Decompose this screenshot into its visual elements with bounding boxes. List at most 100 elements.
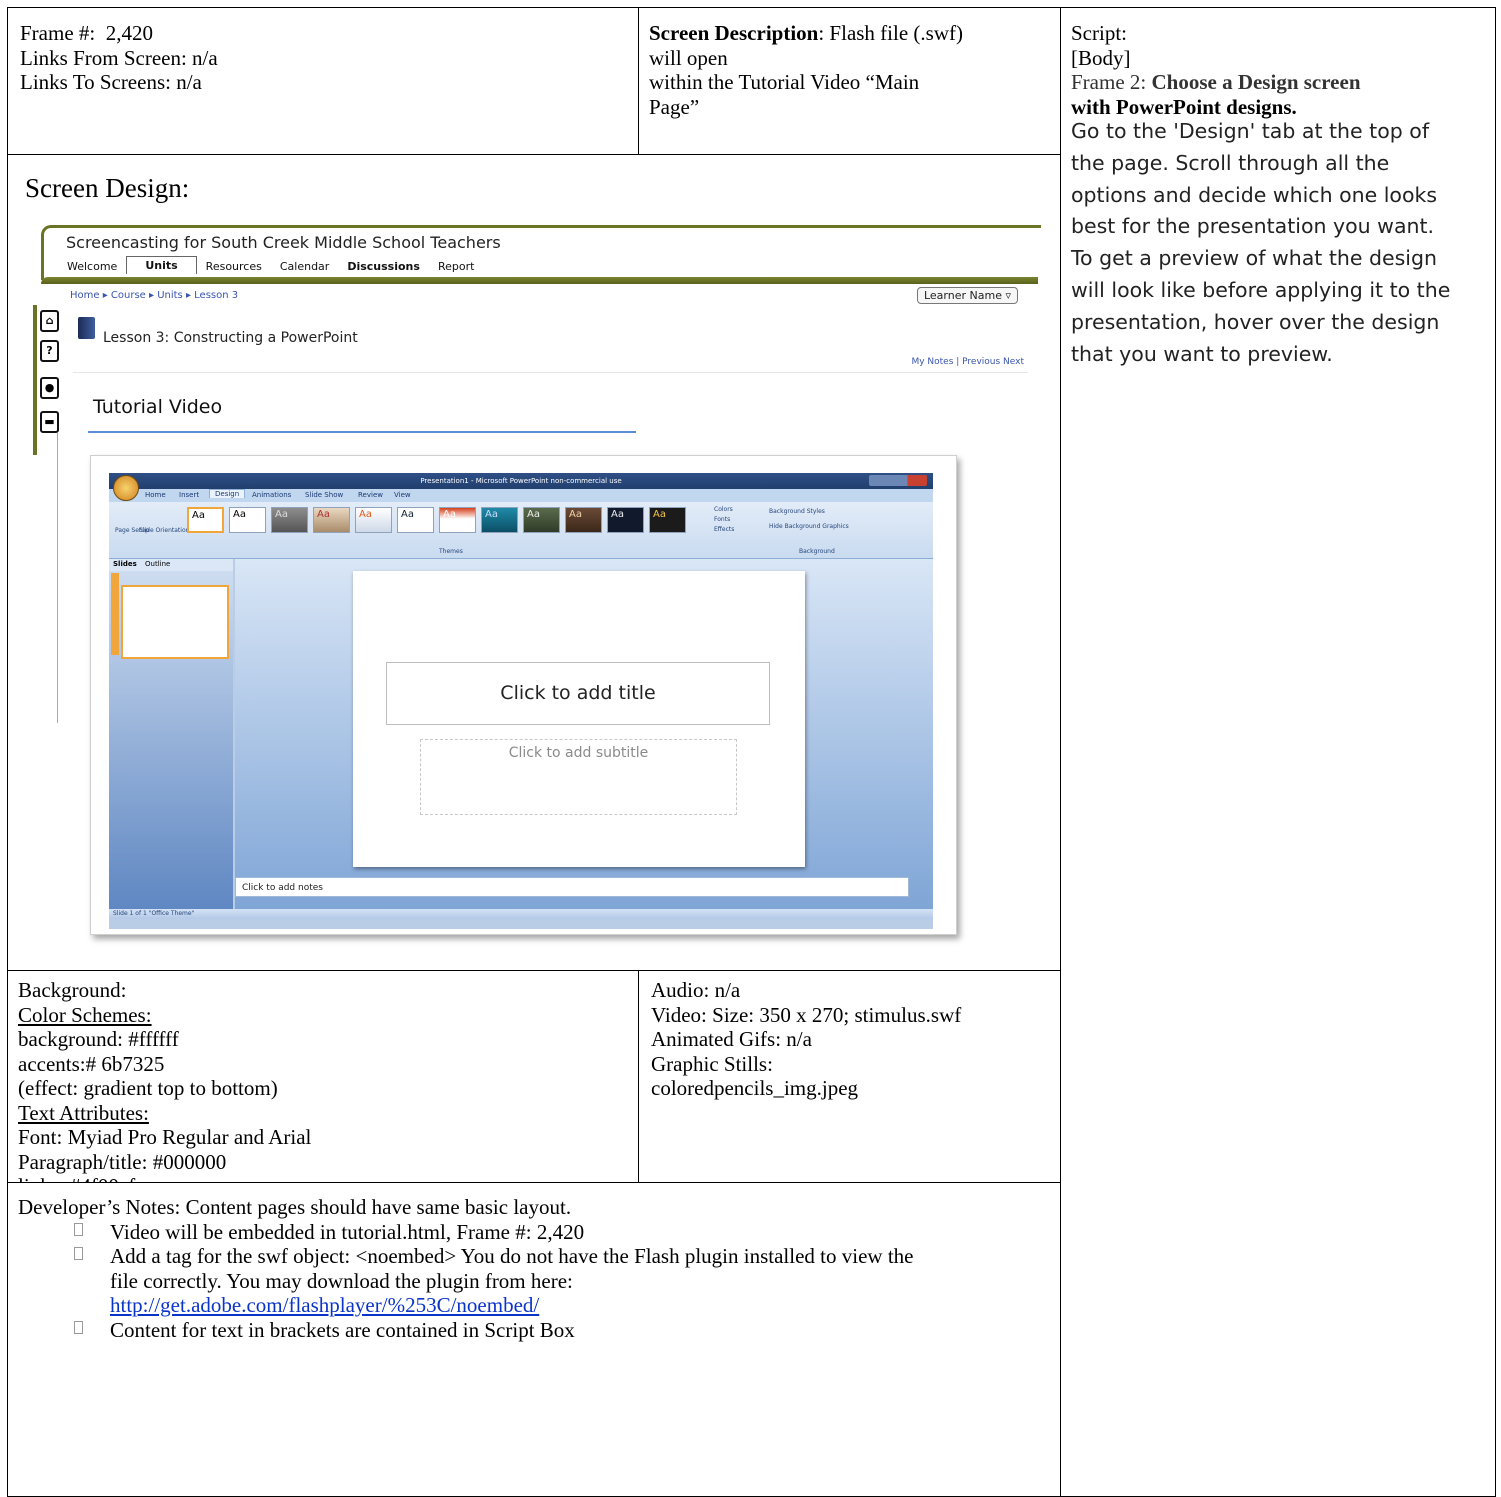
ppt-tab-home: Home (145, 491, 166, 499)
lms-tab-report[interactable]: Report (429, 258, 483, 276)
lms-tab-discussions[interactable]: Discussions (338, 258, 429, 276)
frame-number: Frame #: 2,420 (20, 21, 153, 45)
ppt-tab-view: View (394, 491, 411, 499)
learner-name-dropdown[interactable]: Learner Name ▿ (916, 287, 1018, 304)
theme-thumb: Aa (481, 507, 518, 533)
background-group-label: Background (799, 548, 835, 555)
chat-icon[interactable]: ▬ (40, 411, 59, 433)
notes-placeholder: Click to add notes (235, 877, 909, 897)
lms-tabs: Welcome Units Resources Calendar Discuss… (58, 256, 483, 276)
theme-thumb: Aa (313, 507, 350, 533)
note-text: file correctly. You may download the plu… (110, 1268, 573, 1293)
divider (73, 372, 1028, 373)
title-placeholder: Click to add title (386, 662, 770, 725)
lms-tab-units[interactable]: Units (126, 256, 197, 274)
animated-gifs-line: Animated Gifs: n/a (651, 1027, 812, 1051)
slide-orientation-label: Slide Orientation (139, 527, 190, 534)
effects-label: Effects (714, 526, 735, 533)
script-body-line: the page. Scroll through all the (1071, 150, 1390, 175)
background-styles-label: Background Styles (769, 508, 825, 515)
theme-thumb: Aa (229, 507, 266, 533)
ppt-status-bar: Slide 1 of 1 "Office Theme" (109, 909, 933, 919)
ppt-tab-review: Review (358, 491, 383, 499)
ppt-tab-animations: Animations (252, 491, 292, 499)
script-body-line: presentation, hover over the design (1071, 309, 1440, 334)
screen-description-text-2: within the Tutorial Video “Main (649, 70, 920, 94)
script-frame-line: Frame 2: Choose a Design screen (1071, 70, 1487, 95)
script-body-line: best for the presentation you want. (1071, 214, 1435, 239)
screen-description-text-0: : Flash file (.swf) (818, 21, 963, 45)
script-body-line: options and decide which one looks (1071, 182, 1438, 207)
ppt-slide: Click to add title Click to add subtitle (353, 571, 805, 867)
script-frame-label: Frame 2: (1071, 70, 1152, 94)
bullet-icon (74, 1222, 83, 1236)
script-frame-title-1-text: with PowerPoint designs. (1071, 94, 1297, 119)
lms-tab-resources[interactable]: Resources (197, 258, 271, 276)
text-attributes-label: Text Attributes: (18, 1100, 149, 1125)
screen-description-first-line: Screen Description: Flash file (.swf) (649, 21, 1050, 46)
script-body-line: To get a preview of what the design (1071, 246, 1437, 271)
bullet-icon (74, 1320, 83, 1334)
screen-description-cell: Screen Description: Flash file (.swf) wi… (638, 7, 1061, 155)
script-label: Script: (1071, 21, 1127, 45)
ppt-title-bar: Presentation1 - Microsoft PowerPoint non… (109, 473, 933, 489)
color-line: background: #ffffff (18, 1027, 179, 1051)
theme-thumb: Aa (523, 507, 560, 533)
developer-notes-cell: Developer’s Notes: Content pages should … (7, 1182, 1061, 1497)
slide-thumbnail (121, 585, 229, 659)
graphic-stills-file: coloredpencils_img.jpeg (651, 1076, 859, 1100)
theme-thumb: Aa (607, 507, 644, 533)
tutorial-video-title: Tutorial Video (93, 396, 223, 418)
background-cell: Background: Color Schemes: background: #… (7, 970, 639, 1198)
script-cell: Script: [Body] Frame 2: Choose a Design … (1060, 7, 1496, 1497)
color-schemes-label: Color Schemes: (18, 1002, 152, 1027)
flash-plugin-link[interactable]: http://get.adobe.com/flashplayer/%253C/n… (110, 1293, 539, 1317)
list-item: Content for text in brackets are contain… (18, 1318, 1060, 1343)
fonts-label: Fonts (714, 516, 731, 523)
theme-thumb: Aa (355, 507, 392, 533)
list-item: Add a tag for the swf object: <noembed> … (18, 1244, 1060, 1318)
developer-notes-list: Video will be embedded in tutorial.html,… (18, 1220, 1060, 1343)
screen-design-cell: Screen Design: Screencasting for South C… (7, 154, 1061, 971)
script-frame-title-0: Choose a Design screen (1151, 70, 1361, 94)
theme-thumb: Aa (271, 507, 308, 533)
script-body-tag: [Body] (1071, 45, 1131, 70)
screen-description-label: Screen Description (649, 21, 819, 45)
office-button-icon (113, 475, 139, 501)
user-icon[interactable]: ● (40, 377, 59, 399)
lms-tab-calendar[interactable]: Calendar (271, 258, 338, 276)
lesson-nav-links[interactable]: My Notes | Previous Next (911, 357, 1024, 367)
ppt-window: Presentation1 - Microsoft PowerPoint non… (109, 473, 933, 929)
slide-thumb-marker (111, 573, 119, 655)
developer-notes-intro: Developer’s Notes: Content pages should … (18, 1195, 572, 1219)
lms-site-title: Screencasting for South Creek Middle Sch… (66, 233, 501, 252)
media-cell: Audio: n/a Video: Size: 350 x 270; stimu… (638, 970, 1061, 1183)
ppt-pane-tabs: Slides Outline (109, 559, 233, 571)
audio-line: Audio: n/a (651, 978, 741, 1002)
home-icon[interactable]: ⌂ (40, 310, 59, 332)
ppt-ribbon: Page Setup Slide Orientation Aa Aa Aa Aa… (109, 502, 933, 559)
tutorial-video-underline (88, 431, 636, 433)
lms-breadcrumb[interactable]: Home ▸ Course ▸ Units ▸ Lesson 3 (70, 290, 238, 301)
background-label: Background: (18, 978, 127, 1002)
script-body-line: that you want to preview. (1071, 341, 1333, 366)
links-from-screen: Links From Screen: n/a (20, 45, 218, 70)
theme-thumb: Aa (397, 507, 434, 533)
lms-sidebar: ⌂ ? ● ▬ (33, 305, 59, 455)
list-item: Video will be embedded in tutorial.html,… (18, 1220, 1060, 1245)
hide-background-graphics-label: Hide Background Graphics (769, 523, 849, 530)
lesson-title: Lesson 3: Constructing a PowerPoint (103, 330, 358, 346)
note-text: Add a tag for the swf object: <noembed> … (110, 1244, 914, 1268)
book-icon (78, 317, 95, 339)
lms-tab-welcome[interactable]: Welcome (58, 258, 126, 276)
theme-thumb: Aa (439, 507, 476, 533)
script-body-line: will look like before applying it to the (1071, 277, 1451, 302)
bullet-icon (74, 1247, 83, 1260)
theme-thumb: Aa (649, 507, 686, 533)
colors-label: Colors (714, 506, 733, 513)
frame-info-cell: Frame #: 2,420 Links From Screen: n/a Li… (7, 7, 639, 155)
themes-group-label: Themes (439, 548, 463, 555)
help-icon[interactable]: ? (40, 340, 59, 362)
window-controls-icon (869, 475, 927, 486)
screen-description-text-3: Page” (649, 94, 700, 119)
